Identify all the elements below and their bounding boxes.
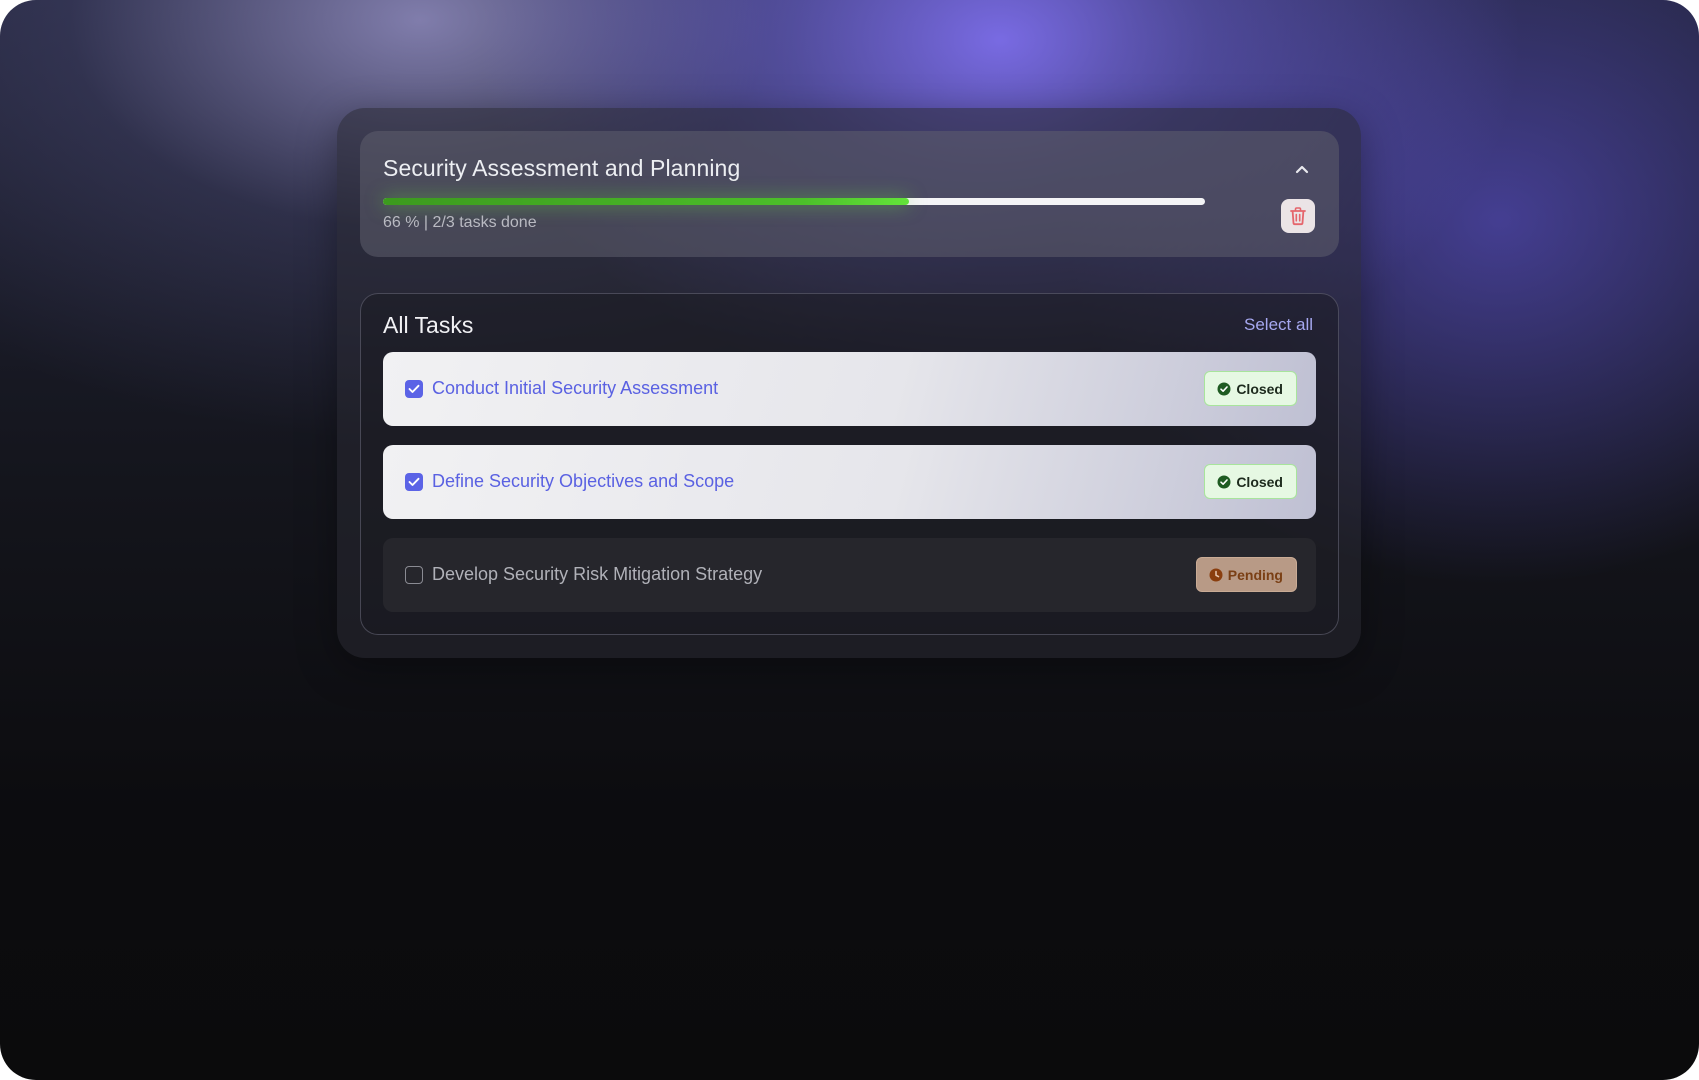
status-badge: Closed	[1204, 464, 1297, 499]
status-badge: Closed	[1204, 371, 1297, 406]
delete-button[interactable]	[1281, 199, 1315, 233]
check-circle-icon	[1217, 382, 1231, 395]
trash-icon	[1290, 207, 1306, 226]
tasks-done-count: 2/3 tasks done	[432, 214, 537, 231]
status-badge: Pending	[1195, 557, 1297, 592]
task-checkbox[interactable]	[405, 473, 423, 491]
task-row[interactable]: Develop Security Risk Mitigation Strateg…	[383, 538, 1316, 612]
task-label: Conduct Initial Security Assessment	[432, 378, 719, 398]
progress-percent: 66 % |	[383, 214, 429, 231]
checkmark-icon	[408, 477, 420, 486]
check-circle-icon	[1217, 475, 1231, 488]
status-badge-label: Pending	[1227, 566, 1283, 583]
task-row[interactable]: Define Security Objectives and Scope Clo…	[383, 445, 1316, 519]
progress-bar-fill	[383, 198, 910, 205]
task-checkbox[interactable]	[405, 380, 423, 398]
clock-icon	[1209, 568, 1223, 581]
select-all-button[interactable]: Select all	[1244, 315, 1313, 335]
task-group-header	[360, 131, 1339, 257]
task-checkbox[interactable]	[405, 566, 423, 584]
status-badge-label: Closed	[1236, 380, 1283, 397]
all-tasks-title: All Tasks	[383, 312, 474, 338]
task-label: Develop Security Risk Mitigation Strateg…	[432, 564, 763, 584]
progress-bar	[383, 198, 1205, 205]
checkmark-icon	[408, 384, 420, 393]
app-background: Security Assessment and Planning 66 % | …	[0, 0, 1699, 1080]
task-row[interactable]: Conduct Initial Security Assessment Clos…	[383, 352, 1316, 426]
progress-summary: 66 % | 2/3 tasks done	[383, 214, 537, 232]
status-badge-label: Closed	[1236, 473, 1283, 490]
task-label: Define Security Objectives and Scope	[432, 471, 735, 491]
task-group-title: Security Assessment and Planning	[383, 155, 741, 181]
chevron-up-icon[interactable]	[1291, 160, 1313, 178]
